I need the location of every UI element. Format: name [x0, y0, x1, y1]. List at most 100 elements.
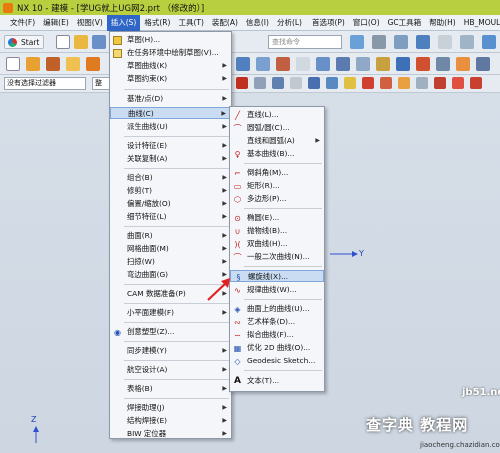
menu-item-datum-point[interactable]: 基准/点(D) ▶	[110, 93, 231, 105]
render-icon[interactable]	[460, 35, 474, 49]
menu-item-structure-weld[interactable]: 结构焊接(E) ▶	[110, 415, 231, 427]
menu-hb-mould[interactable]: HB_MOULD	[460, 15, 500, 31]
snap-center-icon[interactable]	[272, 77, 284, 89]
menu-item-facet-modeling[interactable]: 小平面建模(F) ▶	[110, 307, 231, 319]
menu-item-associative-copy[interactable]: 关联复制(A) ▶	[110, 153, 231, 165]
snap-tangent-icon[interactable]	[452, 77, 464, 89]
save-icon[interactable]	[92, 35, 106, 49]
menu-item-basic-curves[interactable]: ♀ 基本曲线(B)...	[230, 148, 324, 160]
menu-item-biw-locator[interactable]: BIW 定位器 ▶	[110, 428, 231, 440]
pattern-icon[interactable]	[436, 57, 450, 71]
snap-control-point-icon[interactable]	[362, 77, 374, 89]
menu-file[interactable]: 文件(F)	[6, 15, 39, 31]
menu-window[interactable]: 窗口(O)	[349, 15, 384, 31]
menu-edit[interactable]: 编辑(E)	[39, 15, 73, 31]
snap-intersection-icon[interactable]	[308, 77, 320, 89]
menu-item-sketch-in-task[interactable]: 在任务环境中绘制草图(V)...	[110, 47, 231, 59]
command-search-input[interactable]: 查找命令	[268, 35, 342, 49]
camera-icon[interactable]	[372, 35, 386, 49]
offset-icon[interactable]	[416, 57, 430, 71]
menu-help[interactable]: 帮助(H)	[425, 15, 460, 31]
menu-item-general-conic[interactable]: ⌒ 一般二次曲线(N)...	[230, 251, 324, 263]
menu-item-curve-on-surface[interactable]: ◈ 曲面上的曲线(U)...	[230, 303, 324, 315]
menu-item-realize-shape[interactable]: ◉ 创意塑型(Z)...	[110, 326, 231, 338]
analysis-icon[interactable]	[296, 57, 310, 71]
surface-icon[interactable]	[316, 57, 330, 71]
snap-endpoint-icon[interactable]	[236, 77, 248, 89]
menu-item-sketch[interactable]: 草图(H)...	[110, 34, 231, 46]
menu-item-weld-assistant[interactable]: 焊接助理(J) ▶	[110, 402, 231, 414]
layer-icon[interactable]	[394, 35, 408, 49]
snap-face-icon[interactable]	[398, 77, 410, 89]
menu-item-text[interactable]: A 文本(T)...	[230, 375, 324, 387]
sketch-icon[interactable]	[6, 57, 20, 71]
menu-item-helix[interactable]: § 螺旋线(X)...	[230, 270, 324, 282]
menu-analysis[interactable]: 分析(L)	[273, 15, 306, 31]
menu-item-curve[interactable]: 曲线(C) ▶	[110, 107, 231, 119]
menu-item-detail-feature[interactable]: 细节特征(L) ▶	[110, 211, 231, 223]
menu-item-ellipse[interactable]: ⊙ 椭圆(E)...	[230, 212, 324, 224]
menu-item-table[interactable]: 表格(B) ▶	[110, 383, 231, 395]
hole-icon[interactable]	[66, 57, 80, 71]
menu-item-combine[interactable]: 组合(B) ▶	[110, 172, 231, 184]
snap-pole-icon[interactable]	[434, 77, 446, 89]
snap-midpoint-icon[interactable]	[254, 77, 266, 89]
menu-item-polygon[interactable]: ⬡ 多边形(P)...	[230, 193, 324, 205]
menu-item-fit-curve[interactable]: ∽ 拟合曲线(F)...	[230, 329, 324, 341]
menu-item-sweep[interactable]: 扫掠(W) ▶	[110, 256, 231, 268]
menu-item-trim[interactable]: 修剪(T) ▶	[110, 185, 231, 197]
snap-bounded-grid-icon[interactable]	[416, 77, 428, 89]
view-icon[interactable]	[350, 35, 364, 49]
menu-view[interactable]: 视图(V)	[73, 15, 107, 31]
menu-item-lines-and-arcs[interactable]: 直线和圆弧(A) ▶	[230, 135, 324, 147]
menu-item-sketch-constraint[interactable]: 草图约束(K) ▶	[110, 73, 231, 85]
menu-item-law-curve[interactable]: ∿ 规律曲线(W)...	[230, 284, 324, 296]
menu-item-sketch-curve[interactable]: 草图曲线(K) ▶	[110, 60, 231, 72]
snap-quadrant-icon[interactable]	[290, 77, 302, 89]
menu-gc-toolbox[interactable]: GC工具箱	[384, 15, 426, 31]
trim-icon[interactable]	[396, 57, 410, 71]
revolve-icon[interactable]	[46, 57, 60, 71]
menu-item-design-feature[interactable]: 设计特征(E) ▶	[110, 140, 231, 152]
new-file-icon[interactable]	[56, 35, 70, 49]
menu-insert[interactable]: 插入(S)	[106, 14, 141, 31]
menu-item-rectangle[interactable]: ▭ 矩形(R)...	[230, 180, 324, 192]
menu-information[interactable]: 信息(I)	[242, 15, 273, 31]
start-button[interactable]: Start	[4, 35, 45, 49]
sweep-icon[interactable]	[356, 57, 370, 71]
mesh-icon[interactable]	[336, 57, 350, 71]
menu-item-mesh-surface[interactable]: 网格曲面(M) ▶	[110, 243, 231, 255]
snap-perpendicular-icon[interactable]	[470, 77, 482, 89]
menu-item-chamfer[interactable]: ⌐ 倒斜角(M)...	[230, 167, 324, 179]
menu-assembly[interactable]: 装配(A)	[208, 15, 242, 31]
extrude-icon[interactable]	[26, 57, 40, 71]
snap-on-curve-icon[interactable]	[326, 77, 338, 89]
selection-filter-dropdown[interactable]: 没有选择过滤器	[4, 77, 86, 90]
menu-tools[interactable]: 工具(T)	[174, 15, 207, 31]
menu-item-arc-circle[interactable]: ⌒ 圆弧/圆(C)...	[230, 122, 324, 134]
snap-existing-point-icon[interactable]	[344, 77, 356, 89]
mirror-icon[interactable]	[456, 57, 470, 71]
menu-item-derived-curve[interactable]: 派生曲线(U) ▶	[110, 121, 231, 133]
menu-item-optimize-2d-curve[interactable]: ▦ 优化 2D 曲线(O)...	[230, 342, 324, 354]
menu-preferences[interactable]: 首选项(P)	[308, 15, 349, 31]
point-icon[interactable]	[256, 57, 270, 71]
cube-icon[interactable]	[416, 35, 430, 49]
menu-item-synchronous-modeling[interactable]: 同步建模(Y) ▶	[110, 345, 231, 357]
menu-item-surface[interactable]: 曲面(R) ▶	[110, 230, 231, 242]
snap-point-icon[interactable]	[236, 57, 250, 71]
boolean-icon[interactable]	[86, 57, 100, 71]
wcs-icon[interactable]	[482, 35, 496, 49]
menu-item-aerospace-design[interactable]: 航空设计(A) ▶	[110, 364, 231, 376]
snap-arc-center-icon[interactable]	[380, 77, 392, 89]
menu-format[interactable]: 格式(R)	[140, 15, 174, 31]
menu-item-parabola[interactable]: ∪ 抛物线(B)...	[230, 225, 324, 237]
menu-item-hyperbola[interactable]: )( 双曲线(H)...	[230, 238, 324, 250]
menu-item-geodesic-sketch[interactable]: ◇ Geodesic Sketch...	[230, 355, 324, 367]
menu-item-offset-scale[interactable]: 偏置/缩放(O) ▶	[110, 198, 231, 210]
curve-icon[interactable]	[276, 57, 290, 71]
blend-icon[interactable]	[376, 57, 390, 71]
measure-icon[interactable]	[476, 57, 490, 71]
menu-item-line[interactable]: ╱ 直线(L)...	[230, 109, 324, 121]
shading-icon[interactable]	[438, 35, 452, 49]
